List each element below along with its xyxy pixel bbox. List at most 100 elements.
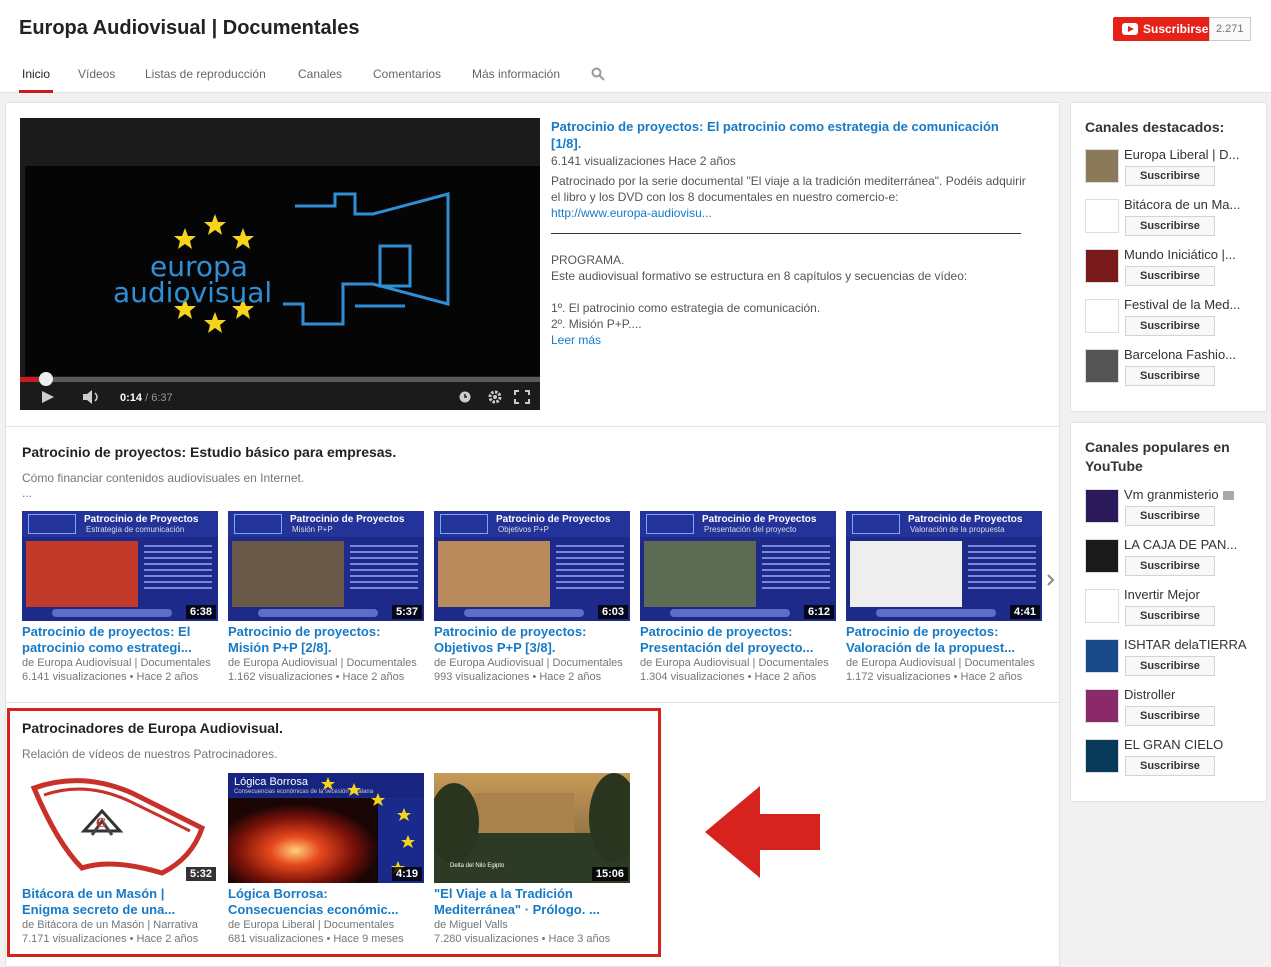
europa-audiovisual-logo: europa audiovisual [25, 166, 540, 376]
subscribe-button[interactable]: Suscribirse [1125, 366, 1215, 386]
video-author[interactable]: de Europa Audiovisual | Documentales [22, 656, 218, 670]
subscribe-button[interactable]: Suscribirse [1125, 556, 1215, 576]
channel-avatar[interactable] [1085, 539, 1119, 573]
channel-item: LA CAJA DE PAN... Suscribirse [1085, 537, 1255, 581]
channel-name[interactable]: Bitácora de un Ma... [1124, 197, 1256, 212]
section-title[interactable]: Patrocinio de proyectos: Estudio básico … [22, 444, 396, 460]
subscribe-button[interactable]: Suscribirse [1125, 166, 1215, 186]
search-icon[interactable] [591, 67, 605, 81]
progress-scrubber[interactable] [39, 372, 53, 386]
thumb-photo [644, 541, 756, 607]
subscribe-button[interactable]: Suscribirse [1125, 656, 1215, 676]
channel-avatar[interactable] [1085, 349, 1119, 383]
tab-videos[interactable]: Vídeos [78, 56, 115, 93]
video-stats: 1.162 visualizaciones • Hace 2 años [228, 671, 405, 683]
progress-played [20, 377, 39, 382]
tab-about[interactable]: Más información [472, 56, 560, 93]
progress-bar[interactable] [20, 377, 540, 382]
channel-name[interactable]: Barcelona Fashio... [1124, 347, 1256, 362]
thumb-logo [440, 514, 488, 534]
video-card[interactable]: Patrocinio de Proyectos Estrategia de com… [22, 511, 218, 684]
thumb-subtitle: Objetivos P+P [498, 525, 549, 534]
video-title[interactable]: Patrocinio de proyectos: [228, 624, 424, 640]
youtube-logo-icon [1122, 23, 1138, 35]
channel-name[interactable]: Mundo Iniciático |... [1124, 247, 1256, 262]
thumb-title: Patrocinio de Proyectos [84, 514, 199, 525]
subscribe-button[interactable]: Suscribirse [1125, 606, 1215, 626]
video-title-line2[interactable]: Valoración de la propuest... [846, 640, 1042, 656]
video-thumbnail[interactable]: Patrocinio de Proyectos Objetivos P+P 6:03 [434, 511, 630, 621]
channel-name[interactable]: Vm granmisterio [1124, 487, 1256, 502]
video-player[interactable]: europa audiovisual 0:14 / 6:37 [20, 118, 540, 410]
tab-comments[interactable]: Comentarios [373, 56, 441, 93]
video-screen[interactable]: europa audiovisual [25, 166, 540, 376]
video-author[interactable]: de Europa Audiovisual | Documentales [434, 656, 630, 670]
tab-playlists[interactable]: Listas de reproducción [145, 56, 266, 93]
programa-item-1: 1º. El patrocinio como estrategia de com… [551, 301, 821, 315]
video-author[interactable]: de Europa Audiovisual | Documentales [640, 656, 836, 670]
read-more-link[interactable]: Leer más [551, 332, 1031, 348]
video-card[interactable]: Patrocinio de Proyectos Misión P+P 5:37 Pat… [228, 511, 424, 684]
channel-name[interactable]: EL GRAN CIELO [1124, 737, 1256, 752]
channel-avatar[interactable] [1085, 689, 1119, 723]
thumb-title: Patrocinio de Proyectos [908, 514, 1023, 525]
video-title-line2[interactable]: Misión P+P [2/8]. [228, 640, 424, 656]
verified-icon [1222, 491, 1234, 501]
video-title[interactable]: Patrocinio de proyectos: [846, 624, 1042, 640]
video-title-line2[interactable]: Presentación del proyecto... [640, 640, 836, 656]
channel-avatar[interactable] [1085, 299, 1119, 333]
video-author[interactable]: de Europa Audiovisual | Documentales [846, 656, 1042, 670]
video-thumbnail[interactable]: Patrocinio de Proyectos Presentación del … [640, 511, 836, 621]
subscribe-button[interactable]: Suscribirse [1113, 17, 1217, 41]
volume-icon[interactable] [82, 390, 102, 404]
fullscreen-icon[interactable] [514, 390, 530, 404]
channel-name[interactable]: ISHTAR delaTIERRA [1124, 637, 1256, 652]
channel-avatar[interactable] [1085, 199, 1119, 233]
video-thumbnail[interactable]: Patrocinio de Proyectos Estrategia de com… [22, 511, 218, 621]
subscribe-button[interactable]: Suscribirse [1125, 216, 1215, 236]
thumb-footer [258, 609, 378, 617]
video-thumbnail[interactable]: Patrocinio de Proyectos Misión P+P 5:37 [228, 511, 424, 621]
play-icon[interactable] [41, 390, 55, 404]
channel-avatar[interactable] [1085, 639, 1119, 673]
channel-name[interactable]: Distroller [1124, 687, 1256, 702]
chevron-right-icon[interactable] [1046, 573, 1056, 587]
channel-name[interactable]: LA CAJA DE PAN... [1124, 537, 1256, 552]
video-author[interactable]: de Europa Audiovisual | Documentales [228, 656, 424, 670]
tab-channels[interactable]: Canales [298, 56, 342, 93]
channel-name[interactable]: Europa Liberal | D... [1124, 147, 1256, 162]
store-link[interactable]: http://www.europa-audiovisu... [551, 205, 1031, 221]
watch-later-icon[interactable] [459, 391, 471, 403]
video-card[interactable]: Patrocinio de Proyectos Objetivos P+P 6:03… [434, 511, 630, 684]
video-title-line2[interactable]: patrocinio como estrategi... [22, 640, 218, 656]
channel-name[interactable]: Festival de la Med... [1124, 297, 1256, 312]
subscribe-button[interactable]: Suscribirse [1125, 316, 1215, 336]
featured-video-title[interactable]: Patrocinio de proyectos: El patrocinio c… [551, 118, 1031, 152]
channel-avatar[interactable] [1085, 489, 1119, 523]
channel-avatar[interactable] [1085, 739, 1119, 773]
video-duration: 6:38 [185, 605, 216, 619]
video-duration: 5:37 [391, 605, 422, 619]
thumb-logo [646, 514, 694, 534]
video-thumbnail[interactable]: Patrocinio de Proyectos Valoración de la … [846, 511, 1042, 621]
thumb-footer [670, 609, 790, 617]
video-title[interactable]: Patrocinio de proyectos: [434, 624, 630, 640]
settings-gear-icon[interactable] [487, 389, 503, 405]
channel-avatar[interactable] [1085, 589, 1119, 623]
video-card[interactable]: Patrocinio de Proyectos Presentación del … [640, 511, 836, 684]
channel-name[interactable]: Invertir Mejor [1124, 587, 1256, 602]
video-title[interactable]: Patrocinio de proyectos: El [22, 624, 218, 640]
thumb-subtitle: Misión P+P [292, 525, 333, 534]
subscribe-button[interactable]: Suscribirse [1125, 756, 1215, 776]
thumb-title: Patrocinio de Proyectos [290, 514, 405, 525]
video-title[interactable]: Patrocinio de proyectos: [640, 624, 836, 640]
subscribe-button[interactable]: Suscribirse [1125, 266, 1215, 286]
channel-avatar[interactable] [1085, 149, 1119, 183]
featured-video-description: Patrocinado por la serie documental "El … [551, 174, 1026, 204]
video-title-line2[interactable]: Objetivos P+P [3/8]. [434, 640, 630, 656]
channel-avatar[interactable] [1085, 249, 1119, 283]
subscribe-button[interactable]: Suscribirse [1125, 506, 1215, 526]
tab-inicio[interactable]: Inicio [19, 56, 54, 93]
subscribe-button[interactable]: Suscribirse [1125, 706, 1215, 726]
video-card[interactable]: Patrocinio de Proyectos Valoración de la … [846, 511, 1042, 684]
